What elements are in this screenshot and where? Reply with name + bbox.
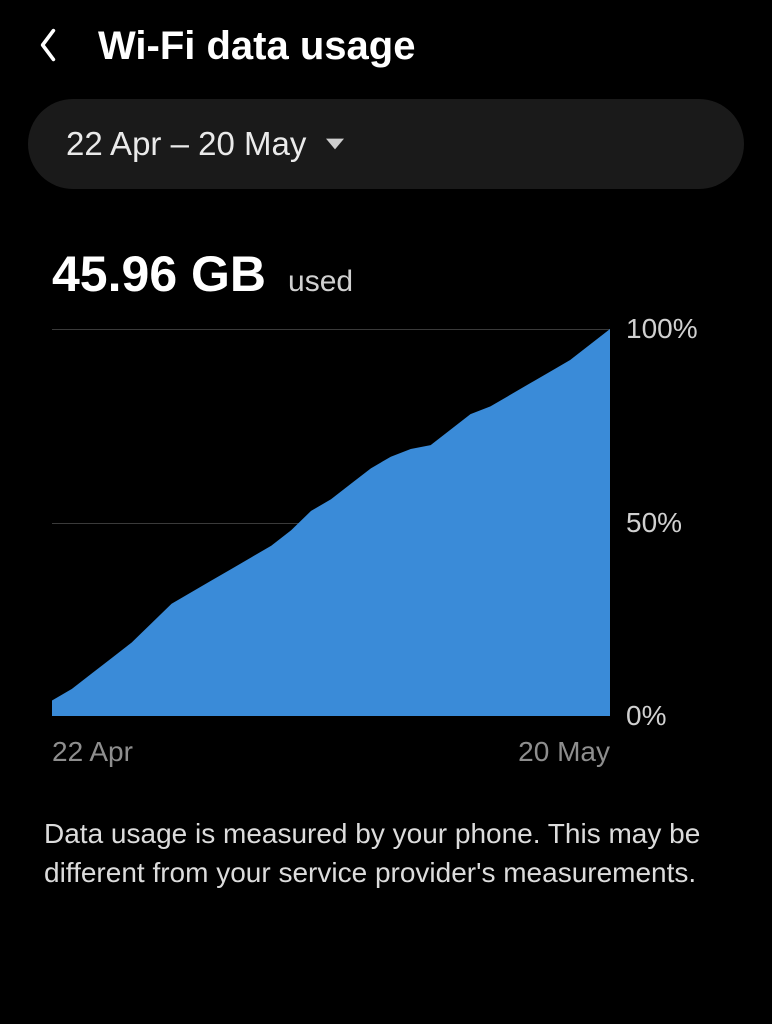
y-tick-50: 50% [626,507,682,539]
date-range-label: 22 Apr – 20 May [66,125,306,163]
y-tick-0: 0% [626,700,666,732]
x-tick-start: 22 Apr [52,736,133,768]
x-tick-end: 20 May [518,736,610,768]
back-button[interactable] [28,27,68,67]
chevron-left-icon [37,27,59,66]
usage-amount: 45.96 GB [52,245,266,303]
date-range-selector[interactable]: 22 Apr – 20 May [28,99,744,189]
usage-chart: 100% 50% 0% [52,329,772,716]
chart-area-fill [52,329,610,716]
x-axis-labels: 22 Apr 20 May [52,736,610,772]
page-title: Wi-Fi data usage [98,24,415,69]
y-tick-100: 100% [626,313,698,345]
disclaimer-text: Data usage is measured by your phone. Th… [44,814,728,892]
chart-plot-area [52,329,610,716]
y-axis-labels: 100% 50% 0% [626,329,746,716]
dropdown-icon [326,135,344,153]
total-usage: 45.96 GB used [52,245,772,303]
usage-suffix: used [288,265,353,299]
